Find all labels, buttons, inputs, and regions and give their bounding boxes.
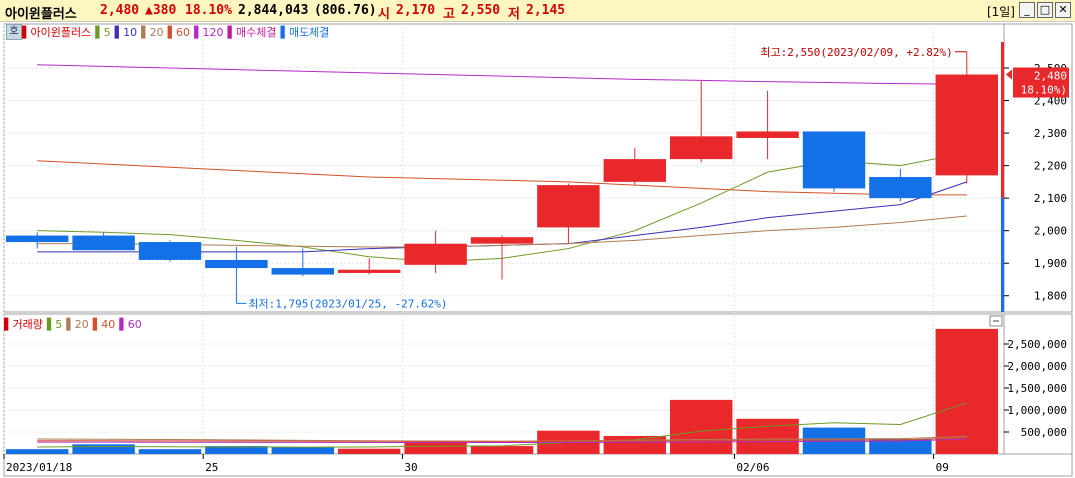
date-tick-label: 2023/01/18	[6, 461, 72, 474]
price-legend-item[interactable]: ▌60	[168, 26, 190, 39]
volume-legend-item[interactable]: ▌20	[66, 318, 88, 331]
open-label: 시	[378, 7, 390, 22]
volume-bar	[935, 328, 999, 454]
candle-body	[138, 242, 202, 260]
volume-bar	[404, 441, 467, 454]
low-label: 저	[508, 7, 520, 22]
high-price: 2,550	[461, 3, 501, 18]
volume-bar	[5, 449, 69, 454]
low-price: 2,145	[526, 3, 566, 18]
volume-legend-item[interactable]: ▌40	[93, 318, 115, 331]
price-tick-label: 2,000	[1034, 225, 1067, 238]
volume-bar	[736, 418, 799, 454]
date-tick-label: 25	[205, 461, 218, 474]
trade-amount: (806.76)	[314, 3, 377, 18]
candle-body	[736, 131, 799, 138]
price-legend-item[interactable]: ▌매도체결	[280, 26, 329, 39]
candle-body	[869, 177, 932, 199]
candle-body	[802, 131, 866, 189]
stock-name: 아이윈플러스	[5, 7, 77, 22]
high-label: 고	[443, 7, 455, 22]
volume-legend-items: ▌거래량 ▌5 ▌20 ▌40 ▌60	[4, 316, 146, 332]
open-price: 2,170	[396, 3, 436, 18]
candle-body	[337, 269, 401, 273]
maximize-icon[interactable]: □	[1037, 2, 1053, 18]
volume-bar	[271, 446, 335, 454]
volume-bar	[337, 448, 401, 454]
price-legend-item[interactable]: ▌20	[141, 26, 163, 39]
candle-body	[669, 136, 733, 160]
date-tick-label: 30	[404, 461, 417, 474]
volume-bar	[470, 446, 534, 454]
volume-tick-label: 1,000,000	[1007, 404, 1067, 417]
price-tick-label: 2,100	[1034, 192, 1067, 205]
date-tick-label: 09	[936, 461, 949, 474]
close-icon[interactable]: ✕	[1055, 2, 1071, 18]
volume-tick-label: 2,500,000	[1007, 338, 1067, 351]
candle-body	[537, 185, 600, 228]
price-legend-item[interactable]: ▌10	[115, 26, 137, 39]
trade-volume: 2,844,043	[238, 3, 309, 18]
price-tick-label: 2,300	[1034, 127, 1067, 140]
price-tick-label: 2,200	[1034, 160, 1067, 173]
high-annotation: 최고:2,550(2023/02/09, +2.82%)	[760, 46, 952, 59]
quote-badge[interactable]: 호	[6, 24, 22, 40]
stock-chart: 1,8001,9002,0002,1002,2002,3002,4002,500…	[3, 23, 1073, 477]
candle-body	[603, 159, 667, 182]
period-selector[interactable]: [1일]	[987, 3, 1015, 20]
price-tick-label: 1,900	[1034, 257, 1067, 270]
price-legend-item[interactable]: ▌5	[95, 26, 110, 39]
price-legend-items: ▌아이윈플러스 ▌5 ▌10 ▌20 ▌60 ▌120 ▌매수체결 ▌매도체결	[22, 24, 333, 40]
volume-bar	[802, 427, 866, 454]
minimize-icon[interactable]: _	[1019, 2, 1035, 18]
title-bar: 아이윈플러스 2,480 ▲380 18.10% 2,844,043 (806.…	[0, 0, 1075, 22]
candle-body	[470, 237, 534, 244]
volume-bar	[72, 444, 135, 454]
volume-tick-label: 500,000	[1021, 426, 1067, 439]
price-legend-item[interactable]: ▌120	[194, 26, 223, 39]
price-legend-item[interactable]: ▌아이윈플러스	[22, 26, 91, 39]
volume-legend-item[interactable]: ▌5	[47, 318, 62, 331]
volume-bar	[669, 399, 733, 454]
price-legend-item[interactable]: ▌매수체결	[228, 26, 277, 39]
volume-tick-label: 2,000,000	[1007, 360, 1067, 373]
candle-body	[205, 259, 268, 269]
price-change: ▲380	[145, 3, 177, 18]
price-range-strip	[1001, 198, 1004, 312]
volume-bar	[138, 449, 202, 454]
last-price-pct: ( 18.10%)	[1007, 84, 1067, 97]
candle-body	[404, 243, 467, 265]
price-range-strip	[1001, 42, 1004, 199]
price-change-pct: 18.10%	[185, 3, 232, 18]
date-axis-pane	[3, 453, 1073, 477]
volume-bar	[603, 435, 667, 454]
volume-legend-item[interactable]: ▌60	[119, 318, 141, 331]
low-annotation: 최저:1,795(2023/01/25, -27.62%)	[248, 297, 447, 310]
candle-body	[72, 235, 135, 251]
last-price-label: 2,480	[1034, 70, 1067, 83]
volume-tick-label: 1,500,000	[1007, 382, 1067, 395]
candle-body	[271, 268, 335, 275]
volume-legend-item[interactable]: ▌거래량	[4, 318, 43, 331]
date-tick-label: 02/06	[736, 461, 769, 474]
price-tick-label: 1,800	[1034, 290, 1067, 303]
current-price: 2,480	[100, 3, 140, 18]
candle-body	[935, 74, 999, 176]
candle-body	[5, 235, 69, 243]
